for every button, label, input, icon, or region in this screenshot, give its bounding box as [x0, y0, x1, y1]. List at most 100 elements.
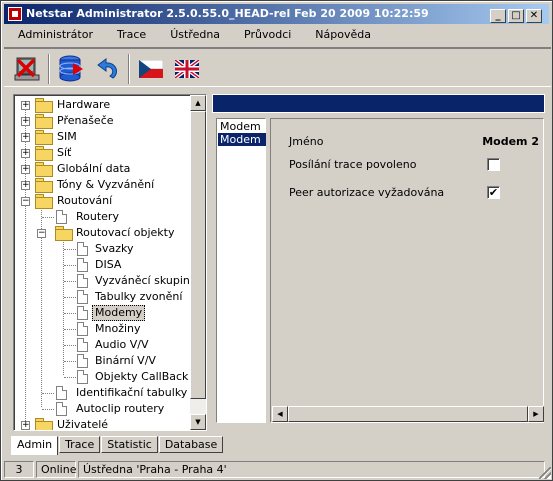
- tree-connector: [42, 393, 54, 394]
- folder-icon: [35, 146, 53, 161]
- tree-item-prenasece[interactable]: + Přenašeče: [14, 113, 191, 129]
- tree-item-label: Autoclip routery: [76, 402, 165, 415]
- collapse-icon[interactable]: −: [37, 229, 46, 238]
- tree-item-label: Tabulky zvonění: [95, 290, 183, 303]
- scroll-right-arrow-icon[interactable]: ▶: [528, 406, 544, 422]
- tree-item-label: Modemy: [92, 305, 146, 321]
- tree-item-routovani[interactable]: − Routování: [14, 193, 191, 209]
- maximize-button[interactable]: □: [508, 9, 524, 23]
- expand-icon[interactable]: +: [21, 165, 30, 174]
- tree-item-objekty-callback[interactable]: Objekty CallBack: [14, 369, 191, 385]
- tree-item-svazky[interactable]: Svazky: [14, 241, 191, 257]
- scroll-up-arrow-icon[interactable]: ▲: [190, 95, 206, 111]
- tree-vertical-scrollbar[interactable]: ▲ ▼: [190, 95, 206, 430]
- menu-napoveda[interactable]: Nápověda: [299, 26, 379, 45]
- tree-connector: [64, 361, 76, 362]
- tree-connector: [64, 249, 76, 250]
- tree-item-tabulky-zvoneni[interactable]: Tabulky zvonění: [14, 289, 191, 305]
- expand-icon[interactable]: +: [21, 101, 30, 110]
- undo-icon[interactable]: [92, 54, 122, 84]
- tree-item-uzivatele[interactable]: + Uživatelé: [14, 417, 191, 430]
- navigation-tree[interactable]: + Hardware + Přenašeče + SIM + Síť + Glo…: [13, 94, 207, 431]
- document-icon: [56, 402, 67, 416]
- tree-item-binarni-vv[interactable]: Binární V/V: [14, 353, 191, 369]
- close-button[interactable]: ✕: [526, 9, 542, 23]
- document-icon: [77, 242, 88, 256]
- tree-item-disa[interactable]: DISA: [14, 257, 191, 273]
- window-title: Netstar Administrator 2.5.0.55.0_HEAD-re…: [26, 7, 429, 20]
- tree-item-vyzvaneci-skupiny[interactable]: Vyzváněcí skupiny: [14, 273, 196, 289]
- folder-icon: [35, 178, 53, 193]
- tab-trace[interactable]: Trace: [59, 436, 101, 453]
- bottom-tabs: Admin Trace Statistic Database: [11, 436, 224, 455]
- document-icon: [77, 338, 88, 352]
- tree-item-label: Tóny & Vyzvánění: [57, 178, 155, 191]
- modem-list-item-selected[interactable]: Modem 2: [218, 133, 266, 159]
- tree-item-label: Globální data: [57, 162, 131, 175]
- exit-icon[interactable]: [12, 54, 42, 84]
- database-icon[interactable]: [56, 54, 86, 84]
- tree-connector: [64, 297, 76, 298]
- title-bar[interactable]: Netstar Administrator 2.5.0.55.0_HEAD-re…: [4, 4, 549, 24]
- uk-flag-icon[interactable]: [172, 54, 202, 84]
- peer-auth-label: Peer autorizace vyžadována: [289, 186, 445, 199]
- menu-bar: Administrátor Trace Ústředna Průvodci Ná…: [4, 26, 379, 45]
- tree-item-mnoziny[interactable]: Množiny: [14, 321, 191, 337]
- properties-panel: Jméno Modem 2 Posílání trace povoleno Pe…: [270, 118, 544, 423]
- expand-icon[interactable]: +: [21, 133, 30, 142]
- modem-list-item[interactable]: Modem 1: [218, 120, 266, 146]
- tree-item-globalni-data[interactable]: + Globální data: [14, 161, 191, 177]
- expand-icon[interactable]: +: [21, 181, 30, 190]
- scroll-left-arrow-icon[interactable]: ◀: [272, 406, 288, 422]
- folder-icon: [35, 162, 53, 177]
- menu-pruvodci[interactable]: Průvodci: [228, 26, 299, 45]
- peer-auth-checkbox[interactable]: ✔: [487, 186, 500, 199]
- tree-item-autoclip-routery[interactable]: Autoclip routery: [14, 401, 191, 417]
- tree-item-label: Routovací objekty: [76, 226, 175, 239]
- tab-admin[interactable]: Admin: [11, 436, 59, 455]
- tree-item-label: DISA: [95, 258, 122, 271]
- tree-item-modemy[interactable]: Modemy: [14, 305, 191, 321]
- tree-connector: [64, 329, 76, 330]
- menu-trace[interactable]: Trace: [101, 26, 154, 45]
- resize-grip-icon[interactable]: [539, 467, 551, 479]
- expand-icon[interactable]: +: [21, 117, 30, 126]
- status-bar: 3 Online Ústředna 'Praha - Praha 4': [4, 459, 551, 479]
- expand-icon[interactable]: +: [21, 149, 30, 158]
- tree-item-hardware[interactable]: + Hardware: [14, 97, 191, 113]
- tree-item-label: Routery: [76, 210, 119, 223]
- tree-item-audio-vv[interactable]: Audio V/V: [14, 337, 191, 353]
- modem-list[interactable]: Modem 1 Modem 2: [216, 118, 266, 423]
- app-window: Netstar Administrator 2.5.0.55.0_HEAD-re…: [0, 0, 553, 481]
- tree-item-routovaci-objekty[interactable]: − Routovací objekty: [14, 225, 191, 241]
- tree-connector: [64, 281, 76, 282]
- document-icon: [77, 290, 88, 304]
- horizontal-scroll-thumb[interactable]: [288, 406, 528, 422]
- properties-horizontal-scrollbar[interactable]: ◀ ▶: [272, 406, 544, 422]
- trace-enabled-label: Posílání trace povoleno: [289, 158, 417, 171]
- tree-item-sim[interactable]: + SIM: [14, 129, 191, 145]
- tree-item-label: Svazky: [95, 242, 134, 255]
- scroll-thumb[interactable]: [190, 111, 206, 399]
- tree-item-label: Přenašeče: [57, 114, 114, 127]
- status-count: 3: [4, 460, 34, 478]
- czech-flag-icon[interactable]: [136, 54, 166, 84]
- tree-item-routery[interactable]: Routery: [14, 209, 191, 225]
- menu-administrator[interactable]: Administrátor: [4, 26, 101, 45]
- tree-item-sit[interactable]: + Síť: [14, 145, 191, 161]
- tab-statistic[interactable]: Statistic: [101, 436, 158, 453]
- menu-ustredna[interactable]: Ústředna: [154, 26, 228, 45]
- collapse-icon[interactable]: −: [21, 197, 30, 206]
- folder-icon: [35, 418, 53, 430]
- tab-database[interactable]: Database: [158, 436, 224, 453]
- expand-icon[interactable]: +: [21, 421, 30, 430]
- trace-enabled-checkbox[interactable]: [487, 158, 500, 171]
- panel-header-bar: [212, 94, 545, 113]
- document-icon: [56, 210, 67, 224]
- document-icon: [77, 322, 88, 336]
- tree-item-identifikacni-tabulky[interactable]: Identifikační tabulky: [14, 385, 191, 401]
- minimize-button[interactable]: _: [490, 9, 506, 23]
- tree-item-tony-vyzvaneni[interactable]: + Tóny & Vyzvánění: [14, 177, 191, 193]
- document-icon: [77, 274, 88, 288]
- scroll-down-arrow-icon[interactable]: ▼: [190, 414, 206, 430]
